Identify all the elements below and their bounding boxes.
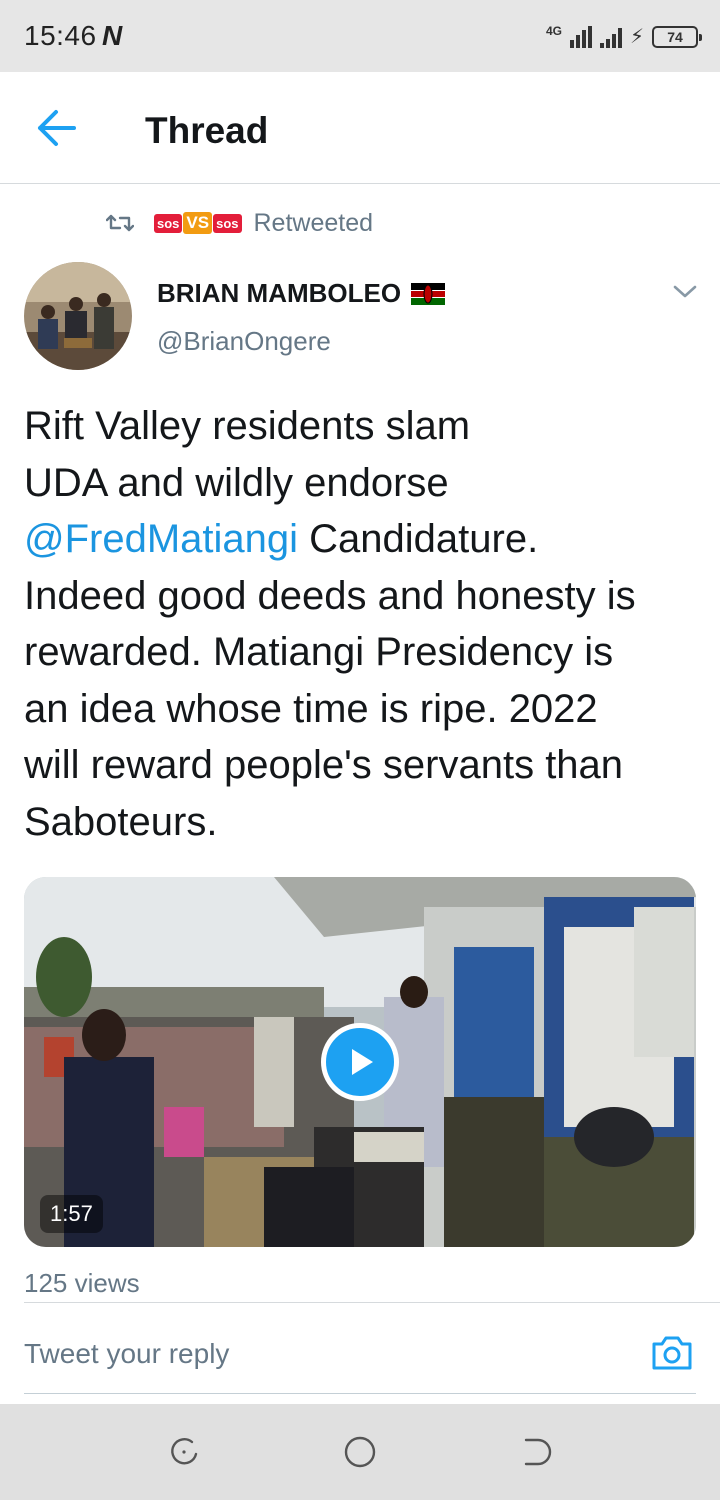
retweet-context[interactable]: sos VS sos Retweeted bbox=[106, 206, 373, 240]
signal-icon bbox=[569, 26, 592, 48]
play-button[interactable] bbox=[321, 1023, 399, 1101]
reply-bar bbox=[0, 1304, 720, 1404]
author-handle[interactable]: @BrianOngere bbox=[157, 326, 331, 357]
play-icon bbox=[352, 1049, 373, 1075]
camera-icon[interactable] bbox=[650, 1332, 694, 1372]
home-icon[interactable] bbox=[342, 1434, 378, 1470]
battery-icon: 74 bbox=[652, 26, 702, 48]
reply-input[interactable] bbox=[24, 1304, 696, 1394]
author-name-text: BRIAN MAMBOLEO bbox=[157, 278, 402, 308]
network-type: 4G bbox=[545, 24, 562, 38]
retweet-icon bbox=[106, 214, 134, 232]
kenya-flag-icon bbox=[411, 282, 446, 305]
video-duration: 1:57 bbox=[40, 1195, 103, 1233]
retweeted-label: Retweeted bbox=[253, 208, 374, 237]
notification-icon: N bbox=[102, 20, 123, 51]
tweet-text-part-2: Candidature. Indeed good deeds and hones… bbox=[24, 517, 636, 844]
back-nav-icon[interactable] bbox=[518, 1434, 554, 1470]
signal-2-icon bbox=[599, 26, 622, 48]
divider bbox=[24, 1302, 720, 1303]
retweeter-logo[interactable]: sos VS sos bbox=[154, 210, 242, 236]
logo-part-sos-2: sos bbox=[213, 213, 242, 233]
logo-part-sos: sos bbox=[154, 213, 183, 233]
video-player[interactable]: 1:57 bbox=[24, 877, 696, 1247]
mention-link[interactable]: @FredMatiangi bbox=[24, 517, 298, 561]
battery-level: 74 bbox=[667, 29, 683, 45]
status-time: 15:46 bbox=[24, 20, 97, 51]
tweet-text-part-1: Rift Valley residents slam UDA and wildl… bbox=[24, 404, 471, 505]
author-name[interactable]: BRIAN MAMBOLEO bbox=[157, 278, 446, 309]
charging-icon: ⚡ bbox=[629, 26, 644, 48]
chevron-down-icon[interactable] bbox=[672, 282, 698, 302]
thread-header: Thread bbox=[0, 72, 720, 184]
logo-part-vs: VS bbox=[183, 212, 213, 234]
back-arrow-icon[interactable] bbox=[34, 108, 78, 148]
status-indicators: 4G ⚡ 74 bbox=[545, 22, 702, 48]
system-nav-bar bbox=[0, 1404, 720, 1500]
page-title: Thread bbox=[145, 110, 269, 151]
view-count: 125 views bbox=[24, 1268, 140, 1298]
author-avatar[interactable] bbox=[24, 262, 132, 370]
tweet-text: Rift Valley residents slam UDA and wildl… bbox=[24, 398, 704, 850]
recent-apps-icon[interactable] bbox=[166, 1434, 202, 1470]
status-bar: 15:46 N 4G ⚡ 74 bbox=[0, 0, 720, 72]
